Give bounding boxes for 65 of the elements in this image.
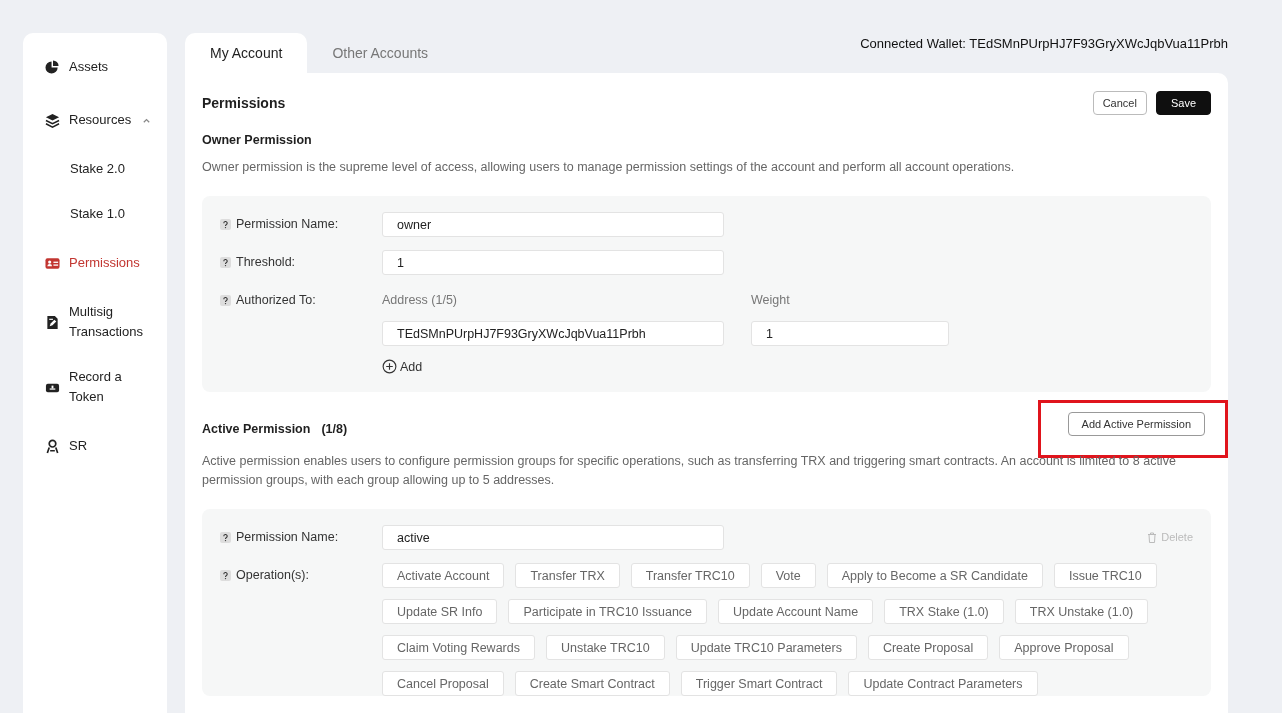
idcard-icon [45,255,60,271]
operation-chip[interactable]: Create Proposal [867,635,989,660]
help-icon[interactable] [220,569,231,581]
section-title: Owner Permission [202,133,313,147]
plus-circle-icon [382,359,397,374]
threshold-field[interactable]: 1 [382,250,724,275]
operation-chip[interactable]: Transfer TRC10 [630,563,750,588]
operation-chip[interactable]: Update TRC10 Parameters [675,635,857,660]
help-icon[interactable] [220,256,231,268]
operation-chip[interactable]: TRX Unstake (1.0) [1014,599,1149,624]
operation-chip[interactable]: Approve Proposal [999,635,1129,660]
save-button[interactable]: Save [1155,91,1211,115]
panel-title: Permissions [202,95,286,111]
help-icon[interactable] [220,218,231,230]
permission-name-field[interactable]: active [382,525,724,550]
field-label: Authorized To: [236,293,316,307]
sidebar-item[interactable]: Permissions [23,241,167,285]
operation-chip[interactable]: Vote [760,563,816,588]
field-label: Permission Name: [236,217,339,231]
sidebar-item[interactable]: Resources [23,98,167,142]
help-icon[interactable] [220,531,231,543]
operation-chip[interactable]: Unstake TRC10 [545,635,665,660]
operation-chip[interactable]: Transfer TRX [515,563,620,588]
column-header: Address (1/5) [382,293,459,307]
section-title: Active Permission [202,422,311,436]
operation-chip[interactable]: Activate Account [382,563,505,588]
address-field[interactable]: TEdSMnPUrpHJ7F93GryXWcJqbVua11Prbh [382,321,724,346]
field-label: Operation(s): [236,568,309,582]
operation-chip[interactable]: Update SR Info [382,599,498,624]
operation-chip[interactable]: Apply to Become a SR Candidate [826,563,1043,588]
permission-count: (1/8) [321,422,348,436]
help-icon[interactable] [220,294,231,306]
layers-icon [45,112,60,128]
trash-icon [1147,531,1158,543]
tab[interactable]: Other Accounts [307,33,454,73]
operation-chip[interactable]: Claim Voting Rewards [382,635,535,660]
sidebar-item[interactable]: Record a Token [23,359,167,415]
permission-name-field[interactable]: owner [382,212,724,237]
connected-wallet: Connected Wallet: TEdSMnPUrpHJ7F93GryXWcJqbVua11Prbh [860,35,1228,51]
operation-chip[interactable]: Update Contract Parameters [848,671,1038,696]
pie-icon [45,59,60,75]
doc-icon [45,314,60,330]
weight-field[interactable]: 1 [751,321,949,346]
section-description: Owner permission is the supreme level of access, allowing users to manage permission settings of the account and perform all account operations. [202,159,1016,176]
sidebar-subitem[interactable]: Stake 1.0 [23,196,167,232]
operation-chip[interactable]: TRX Stake (1.0) [884,599,1004,624]
operation-chip[interactable]: Issue TRC10 [1053,563,1157,588]
cancel-button[interactable]: Cancel [1092,91,1147,115]
sidebar-item[interactable]: Assets [23,45,167,89]
person-icon [45,438,60,454]
sidebar-item[interactable]: SR [23,424,167,468]
field-label: Permission Name: [236,530,339,544]
add-active-permission-button[interactable]: Add Active Permission [1067,412,1205,436]
operation-chip[interactable]: Cancel Proposal [382,671,504,696]
section-description: Active permission enables users to configure permission groups for specific operations, such as transferring TRX and triggering smart contracts. An account is limited to 8 active permission groups, with each group allowing up to 5 addresses. [202,453,1177,489]
field-label: Threshold: [236,255,296,269]
sidebar-subitem[interactable]: Stake 2.0 [23,151,167,187]
add-button[interactable]: Add [382,359,949,374]
tab[interactable]: My Account [185,33,308,73]
operation-chip[interactable]: Trigger Smart Contract [680,671,838,696]
column-header: Weight [751,293,790,307]
sidebar-item[interactable]: Multisig Transactions [23,294,167,350]
operation-chip[interactable]: Create Smart Contract [514,671,670,696]
operation-chip[interactable]: Update Account Name [718,599,874,624]
operation-chip[interactable]: Participate in TRC10 Issuance [508,599,708,624]
